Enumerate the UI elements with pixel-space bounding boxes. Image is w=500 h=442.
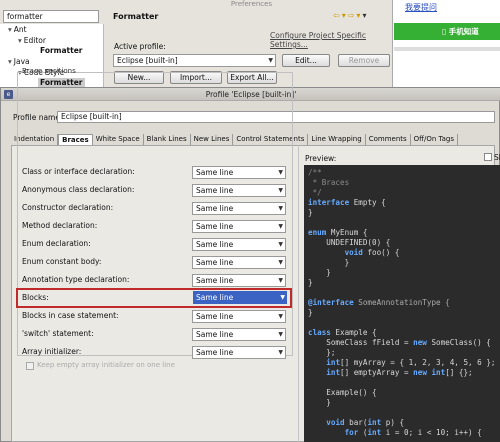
label-enum: Enum declaration: [22, 239, 91, 248]
mobile-banner[interactable]: ▯ 手机知道 [394, 23, 500, 40]
pane-separator[interactable] [298, 145, 299, 442]
tree-item-formatter-ant[interactable]: Formatter [40, 46, 83, 56]
code-line: * Braces [308, 178, 350, 187]
chevron-down-icon: ▼ [280, 294, 285, 301]
code-line: int[] myArray = { 1, 2, 3, 4, 5, 6 }; [326, 358, 496, 367]
show-label: Sh [494, 153, 500, 162]
tree-item-java[interactable]: ▾ Java [8, 57, 30, 67]
chevron-down-icon: ▼ [278, 223, 283, 230]
show-checkbox[interactable] [484, 153, 492, 161]
tree-item-ant[interactable]: ▾ Ant [8, 25, 27, 35]
select-class-declaration[interactable]: Same line ▼ [192, 166, 286, 179]
code-line: void bar(int p) { [326, 418, 405, 427]
select-enum-constant[interactable]: Same line ▼ [192, 256, 286, 269]
page-title: Formatter [113, 12, 159, 21]
label-enum-constant: Enum constant body: [22, 257, 102, 266]
nav-arrows[interactable]: ⇦▾⇨▾▾ [333, 11, 368, 20]
edit-button[interactable]: Edit... [282, 54, 330, 67]
code-line: class Example { [308, 328, 377, 337]
label-array-initializer: Array initializer: [22, 347, 82, 356]
tree-item-editor[interactable]: ▾ Editor [18, 36, 46, 46]
code-line: /** [308, 168, 322, 177]
chevron-down-icon: ▼ [278, 187, 283, 194]
chevron-down-icon: ▼ [278, 241, 283, 248]
chevron-down-icon: ▼ [278, 349, 283, 356]
chevron-down-icon[interactable]: ▾ [18, 36, 22, 45]
code-line: for (int i = 0; i < 10; i++) { [344, 428, 482, 437]
code-line: @interface SomeAnnotationType { [308, 298, 450, 307]
dialog-window-icon: e [4, 90, 13, 99]
chevron-down-icon: ▼ [278, 277, 283, 284]
select-blocks-in-case[interactable]: Same line ▼ [192, 310, 286, 323]
code-line: void foo() { [344, 248, 400, 257]
tab-comments[interactable]: Comments [366, 134, 411, 145]
code-line: }; [308, 348, 336, 357]
select-constructor[interactable]: Same line ▼ [192, 202, 286, 215]
active-profile-select[interactable]: Eclipse [built-in] ▼ [113, 54, 276, 67]
code-line: } [308, 398, 331, 407]
chevron-down-icon: ▼ [278, 205, 283, 212]
back-arrow-icon[interactable]: ⇦ [333, 11, 342, 20]
code-line: Example() { [308, 388, 377, 397]
chevron-down-icon[interactable]: ▾ [8, 25, 12, 34]
select-switch[interactable]: Same line ▼ [192, 328, 286, 341]
chevron-down-icon: ▼ [278, 169, 283, 176]
tab-off-on-tags[interactable]: Off/On Tags [411, 134, 459, 145]
code-line: interface Empty { [308, 198, 386, 207]
phone-icon: ▯ [442, 27, 449, 36]
label-class-declaration: Class or interface declaration: [22, 167, 135, 176]
code-line: } [308, 278, 313, 287]
code-line: enum MyEnum { [308, 228, 368, 237]
select-annotation-type[interactable]: Same line ▼ [192, 274, 286, 287]
chevron-down-icon: ▼ [278, 331, 283, 338]
menu-chevron-icon[interactable]: ▾ [362, 11, 368, 20]
select-anonymous-class[interactable]: Same line ▼ [192, 184, 286, 197]
label-annotation-type: Annotation type declaration: [22, 275, 130, 284]
keep-empty-array-label: Keep empty array initializer on one line [37, 361, 175, 369]
code-line: } [308, 268, 331, 277]
code-line: int[] emptyArray = new int[] {}; [326, 368, 473, 377]
configure-project-link[interactable]: Configure Project Specific Settings... [270, 31, 392, 49]
label-anonymous-class: Anonymous class declaration: [22, 185, 135, 194]
code-line: } [308, 258, 350, 267]
chevron-down-icon[interactable]: ▾ [8, 57, 12, 66]
code-line: } [308, 308, 313, 317]
label-method: Method declaration: [22, 221, 98, 230]
tab-line-wrapping[interactable]: Line Wrapping [308, 134, 366, 145]
ask-question-link[interactable]: 我要提问 [405, 2, 437, 13]
group-label: Brace positions [22, 67, 76, 75]
label-blocks: Blocks: [22, 293, 49, 302]
web-page-fragment: 我要提问 ▯ 手机知道 [393, 0, 500, 96]
web-bar [394, 47, 500, 51]
code-line: */ [308, 188, 322, 197]
chevron-down-icon: ▼ [268, 57, 273, 64]
label-blocks-in-case: Blocks in case statement: [22, 311, 119, 320]
label-constructor: Constructor declaration: [22, 203, 114, 212]
chevron-down-icon: ▼ [278, 313, 283, 320]
remove-button[interactable]: Remove [338, 54, 390, 67]
select-array-initializer[interactable]: Same line ▼ [192, 346, 286, 359]
code-line: UNDEFINED(0) { [308, 238, 391, 247]
select-method[interactable]: Same line ▼ [192, 220, 286, 233]
preferences-title: Preferences [230, 0, 273, 8]
code-preview: /** * Braces */ interface Empty { } enum… [304, 165, 500, 442]
select-enum[interactable]: Same line ▼ [192, 238, 286, 251]
code-line: SomeClass fField = new SomeClass() { [308, 338, 491, 347]
filter-input[interactable]: formatter [3, 10, 99, 23]
chevron-down-icon: ▼ [278, 259, 283, 266]
label-switch: 'switch' statement: [22, 329, 94, 338]
code-line: } [308, 208, 313, 217]
keep-empty-array-checkbox[interactable] [26, 362, 34, 370]
active-profile-label: Active profile: [114, 42, 166, 51]
select-blocks[interactable]: Same line ▼ [193, 291, 287, 304]
preview-label: Preview: [305, 154, 337, 163]
